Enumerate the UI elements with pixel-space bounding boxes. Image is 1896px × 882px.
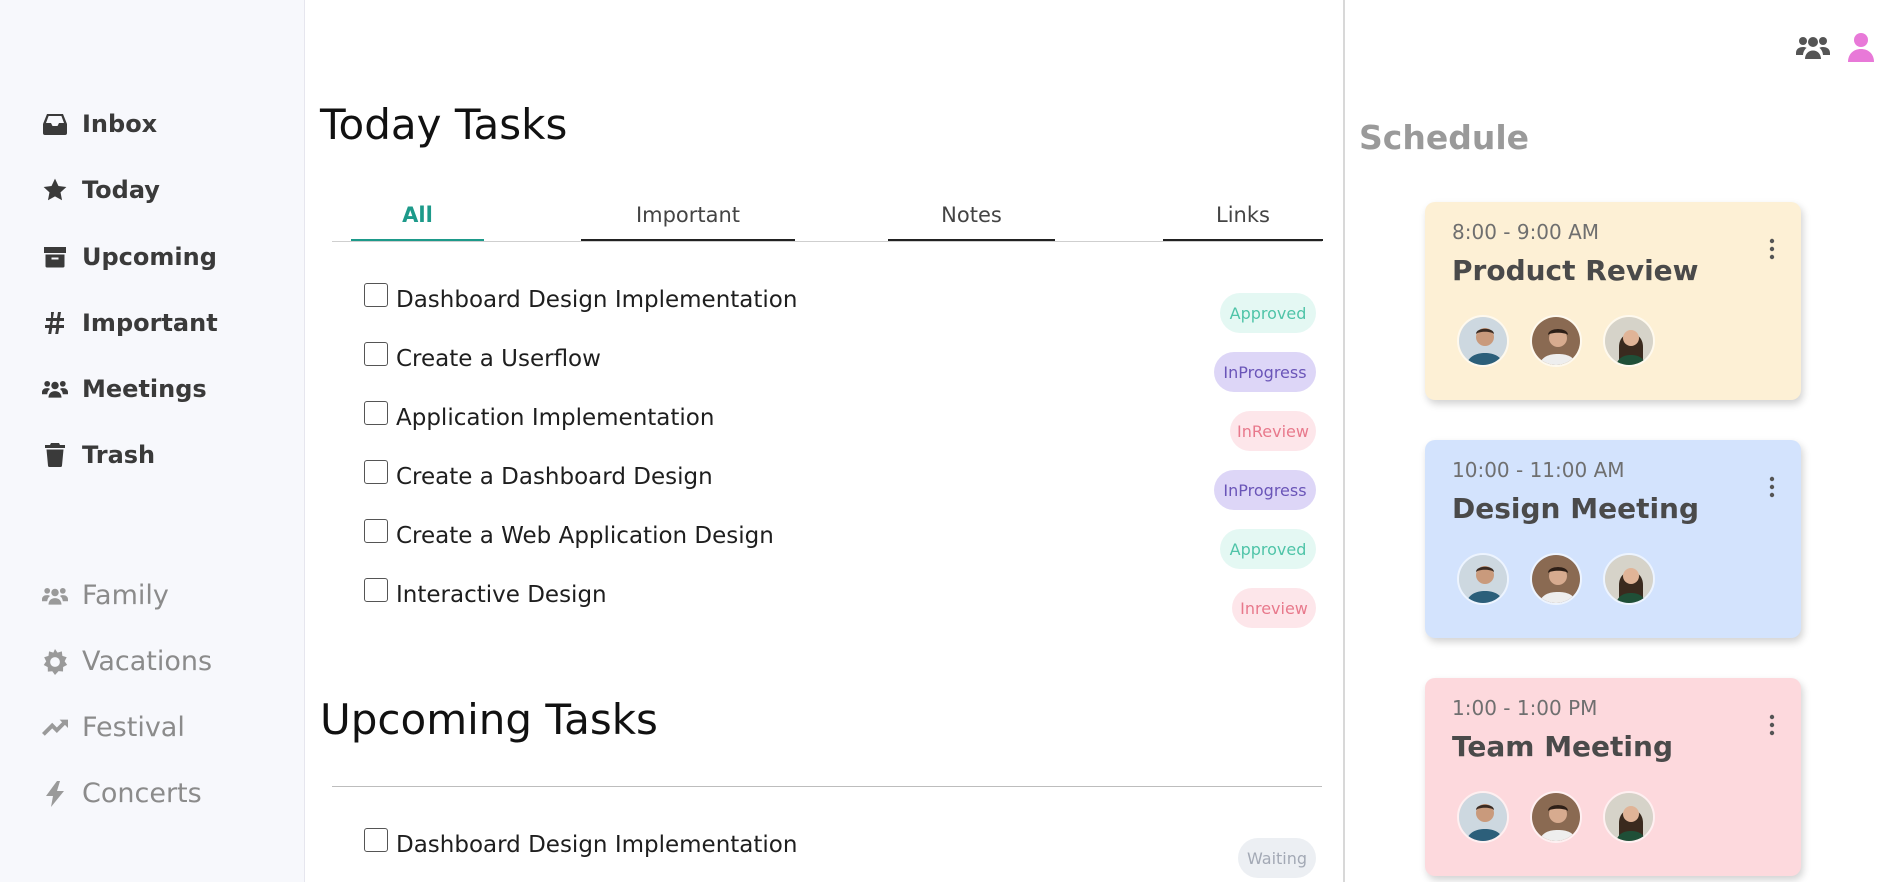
sidebar-item-label: Concerts [82,778,202,809]
avatar[interactable] [1603,791,1655,843]
event-title: Design Meeting [1452,492,1700,525]
sidebar-item-label: Family [82,580,169,611]
attendee-avatars [1457,791,1655,843]
sidebar-item-family[interactable]: Family [42,580,169,611]
main-content: Today Tasks All Important Notes Links Da… [306,0,1343,882]
status-badge: Inreview [1232,588,1316,628]
avatar[interactable] [1603,553,1655,605]
event-time: 10:00 - 11:00 AM [1452,458,1625,482]
today-tasks-title: Today Tasks [320,100,568,149]
cog-icon [42,648,68,675]
task-label: Create a Userflow [396,346,601,372]
tab-notes[interactable]: Notes [888,190,1055,241]
trending-up-icon [42,715,68,741]
status-badge: Waiting [1238,838,1316,878]
event-time: 8:00 - 9:00 AM [1452,220,1600,244]
event-title: Team Meeting [1452,730,1673,763]
sidebar-item-label: Important [82,309,218,337]
task-label: Create a Web Application Design [396,523,774,549]
task-row: Dashboard Design Implementation Approved [364,283,1316,333]
event-card[interactable]: 1:00 - 1:00 PM Team Meeting [1425,678,1801,876]
sidebar-item-trash[interactable]: Trash [42,441,155,469]
status-badge: Approved [1220,529,1316,569]
task-tabs: All Important Notes Links [332,190,1323,242]
event-card[interactable]: 8:00 - 9:00 AM Product Review [1425,202,1801,400]
users-icon [42,583,68,609]
trash-icon [42,442,68,468]
upcoming-tasks-title: Upcoming Tasks [320,695,658,744]
sidebar-item-label: Trash [82,441,156,469]
avatar[interactable] [1530,315,1582,367]
tab-all[interactable]: All [351,190,484,241]
tab-links[interactable]: Links [1163,190,1323,241]
task-row: Create a Userflow InProgress [364,342,1316,392]
task-checkbox[interactable] [364,460,388,484]
task-checkbox[interactable] [364,828,388,852]
sidebar-item-important[interactable]: Important [42,309,218,337]
task-checkbox[interactable] [364,283,388,307]
attendee-avatars [1457,553,1655,605]
task-label: Dashboard Design Implementation [396,832,798,858]
avatar[interactable] [1457,553,1509,605]
status-badge: Approved [1220,293,1316,333]
task-checkbox[interactable] [364,342,388,366]
sidebar-item-label: Vacations [82,646,213,677]
more-options-icon[interactable] [1767,238,1777,260]
task-row: Application Implementation InReview [364,401,1316,451]
more-options-icon[interactable] [1767,714,1777,736]
sidebar-item-meetings[interactable]: Meetings [42,375,207,403]
task-row: Dashboard Design Implementation Waiting [364,828,1316,878]
event-title: Product Review [1452,254,1699,287]
schedule-title: Schedule [1359,118,1530,157]
top-icons [1796,30,1878,64]
task-label: Application Implementation [396,405,715,431]
task-row: Create a Dashboard Design InProgress [364,460,1316,510]
sidebar-item-label: Festival [82,712,185,743]
sidebar-item-label: Upcoming [82,243,217,271]
profile-icon[interactable] [1844,30,1878,64]
avatar[interactable] [1530,553,1582,605]
users-icon [42,376,68,402]
sidebar-item-upcoming[interactable]: Upcoming [42,243,217,271]
avatar[interactable] [1457,791,1509,843]
status-badge: InProgress [1214,352,1316,392]
sidebar-item-label: Today [82,176,160,204]
status-badge: InReview [1230,411,1316,451]
archive-icon [42,244,68,270]
sidebar-item-concerts[interactable]: Concerts [42,778,202,809]
task-label: Interactive Design [396,582,607,608]
event-card[interactable]: 10:00 - 11:00 AM Design Meeting [1425,440,1801,638]
avatar[interactable] [1457,315,1509,367]
group-icon[interactable] [1796,30,1830,64]
task-label: Dashboard Design Implementation [396,287,798,313]
task-row: Interactive Design Inreview [364,578,1316,628]
status-badge: InProgress [1214,470,1316,510]
sidebar-item-vacations[interactable]: Vacations [42,646,212,677]
upcoming-divider [332,786,1322,787]
avatar[interactable] [1530,791,1582,843]
schedule-panel: Schedule 8:00 - 9:00 AM Product Review 1… [1343,0,1896,882]
more-options-icon[interactable] [1767,476,1777,498]
attendee-avatars [1457,315,1655,367]
inbox-icon [42,111,68,137]
sidebar: Inbox Today Upcoming Important Meetings … [0,0,305,882]
hash-icon [42,310,68,336]
star-icon [42,177,68,203]
sidebar-item-today[interactable]: Today [42,176,160,204]
tab-important[interactable]: Important [581,190,795,241]
task-checkbox[interactable] [364,401,388,425]
task-label: Create a Dashboard Design [396,464,713,490]
task-row: Create a Web Application Design Approved [364,519,1316,569]
task-checkbox[interactable] [364,578,388,602]
sidebar-item-label: Inbox [82,110,158,138]
avatar[interactable] [1603,315,1655,367]
sidebar-item-label: Meetings [82,375,207,403]
sidebar-item-festival[interactable]: Festival [42,712,185,743]
bolt-icon [42,780,68,807]
sidebar-item-inbox[interactable]: Inbox [42,110,157,138]
task-checkbox[interactable] [364,519,388,543]
event-time: 1:00 - 1:00 PM [1452,696,1598,720]
